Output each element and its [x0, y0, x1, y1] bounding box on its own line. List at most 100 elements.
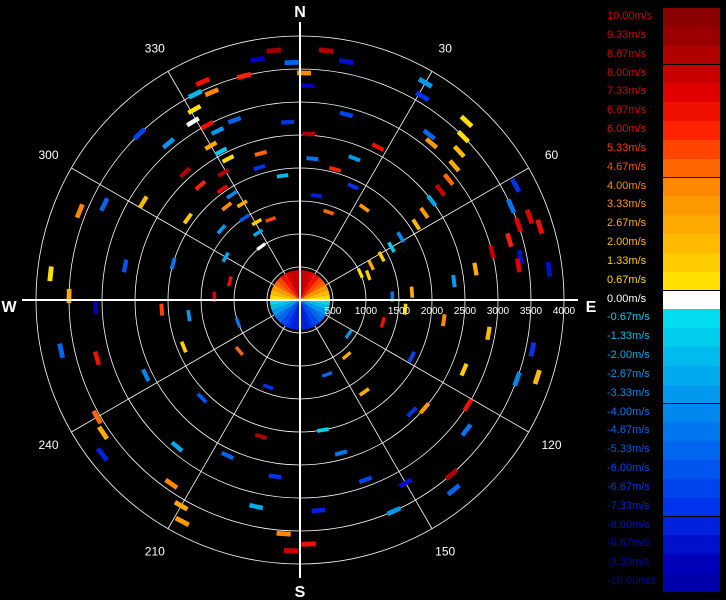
legend-swatch — [663, 196, 720, 216]
data-point-134 — [341, 351, 352, 361]
data-point-94 — [254, 432, 268, 440]
data-point-100 — [196, 392, 208, 404]
south-label: S — [295, 584, 306, 600]
data-point-104 — [141, 368, 151, 382]
data-point-54 — [510, 177, 522, 193]
legend-entry: 3.33m/s — [604, 196, 726, 216]
polar-plot: 500 1000 1500 2000 2500 3000 3500 4000 30 60 120 1… — [1, 4, 597, 600]
legend-entry: -7.33m/s — [604, 497, 726, 517]
data-point-108 — [186, 309, 192, 322]
data-point-85 — [358, 475, 373, 485]
data-point-89 — [301, 541, 316, 547]
legend-swatch — [663, 139, 720, 159]
data-point-129 — [322, 208, 335, 216]
legend-entry: 8.67m/s — [604, 45, 726, 65]
legend-swatch — [663, 26, 720, 46]
data-point-105 — [179, 340, 188, 354]
legend-swatch — [663, 573, 720, 592]
data-point-4 — [185, 116, 200, 128]
data-point-128 — [310, 193, 323, 199]
data-point-126 — [276, 173, 289, 179]
data-point-0 — [195, 76, 211, 87]
range-label-1000: 1000 — [355, 306, 378, 317]
legend-label: -8.00m/s — [607, 518, 650, 531]
spoke-60 — [299, 167, 529, 301]
data-point-88 — [311, 507, 326, 514]
azimuth-label-330: 330 — [145, 42, 165, 56]
data-point-47 — [419, 206, 430, 220]
data-point-135 — [321, 371, 333, 378]
data-point-7 — [204, 140, 218, 151]
data-point-57 — [535, 218, 545, 235]
data-point-29 — [306, 156, 319, 162]
data-point-5 — [200, 120, 214, 131]
data-point-97 — [173, 500, 189, 512]
legend-label: 0.00m/s — [607, 292, 647, 305]
data-point-27 — [300, 83, 315, 89]
azimuth-label-150: 150 — [435, 544, 455, 558]
data-point-101 — [95, 447, 109, 462]
legend-swatch — [663, 497, 720, 517]
legend-swatch — [663, 516, 720, 536]
data-point-14 — [239, 213, 251, 223]
data-point-42 — [452, 144, 466, 159]
data-point-24 — [284, 59, 299, 66]
legend-label: 4.00m/s — [607, 179, 647, 192]
legend-label: -7.33m/s — [607, 499, 650, 512]
data-point-109 — [159, 303, 165, 316]
legend-entry: -9.33m/s — [604, 554, 726, 573]
data-point-23 — [266, 47, 282, 54]
data-point-138 — [234, 317, 242, 328]
data-point-107 — [57, 343, 66, 359]
legend-entry: -8.00m/s — [604, 516, 726, 536]
range-label-4000: 4000 — [553, 306, 576, 317]
legend-label: -6.67m/s — [607, 480, 650, 493]
legend-swatch — [663, 384, 720, 404]
legend-swatch — [663, 441, 720, 460]
data-point-65 — [451, 274, 457, 288]
legend-swatch — [663, 121, 720, 140]
range-label-3000: 3000 — [487, 306, 510, 317]
azimuth-label-240: 240 — [38, 438, 58, 452]
legend-entry: 2.67m/s — [604, 215, 726, 234]
data-point-80 — [444, 467, 459, 481]
legend-swatch — [663, 535, 720, 555]
data-point-116 — [74, 203, 85, 219]
data-point-64 — [472, 262, 479, 276]
legend-label: 2.67m/s — [607, 217, 647, 230]
data-point-136 — [262, 383, 274, 391]
data-point-63 — [545, 261, 553, 278]
legend-swatch — [663, 215, 720, 234]
legend-entry: 9.33m/s — [604, 26, 726, 46]
legend-swatch — [663, 309, 720, 329]
legend-entry: -2.00m/s — [604, 347, 726, 366]
data-point-121 — [132, 127, 147, 141]
legend-label: 9.33m/s — [607, 28, 647, 41]
range-label-3500: 3500 — [520, 306, 543, 317]
data-point-11 — [216, 184, 229, 195]
west-label: W — [1, 299, 17, 316]
data-point-46 — [426, 194, 438, 207]
legend-label: -0.67m/s — [607, 311, 650, 324]
legend-label: 3.33m/s — [607, 198, 647, 211]
data-point-96 — [174, 515, 190, 528]
azimuth-label-30: 30 — [439, 42, 453, 56]
east-label: E — [586, 299, 597, 316]
data-point-133 — [344, 329, 353, 340]
legend-swatch — [663, 102, 720, 121]
legend-label: -8.67m/s — [607, 537, 650, 550]
legend-swatch — [663, 328, 720, 347]
data-point-66 — [409, 286, 415, 298]
data-point-52 — [367, 259, 375, 271]
data-point-90 — [283, 547, 299, 554]
data-point-25 — [318, 47, 334, 54]
legend-entry: 8.00m/s — [604, 64, 726, 84]
data-point-49 — [396, 231, 406, 243]
data-point-120 — [216, 224, 227, 235]
data-point-72 — [532, 369, 542, 385]
legend-swatch — [663, 290, 720, 310]
spoke-330 — [167, 71, 301, 301]
legend-label: 6.67m/s — [607, 104, 647, 117]
data-point-106 — [92, 351, 102, 366]
data-point-55 — [505, 198, 517, 214]
